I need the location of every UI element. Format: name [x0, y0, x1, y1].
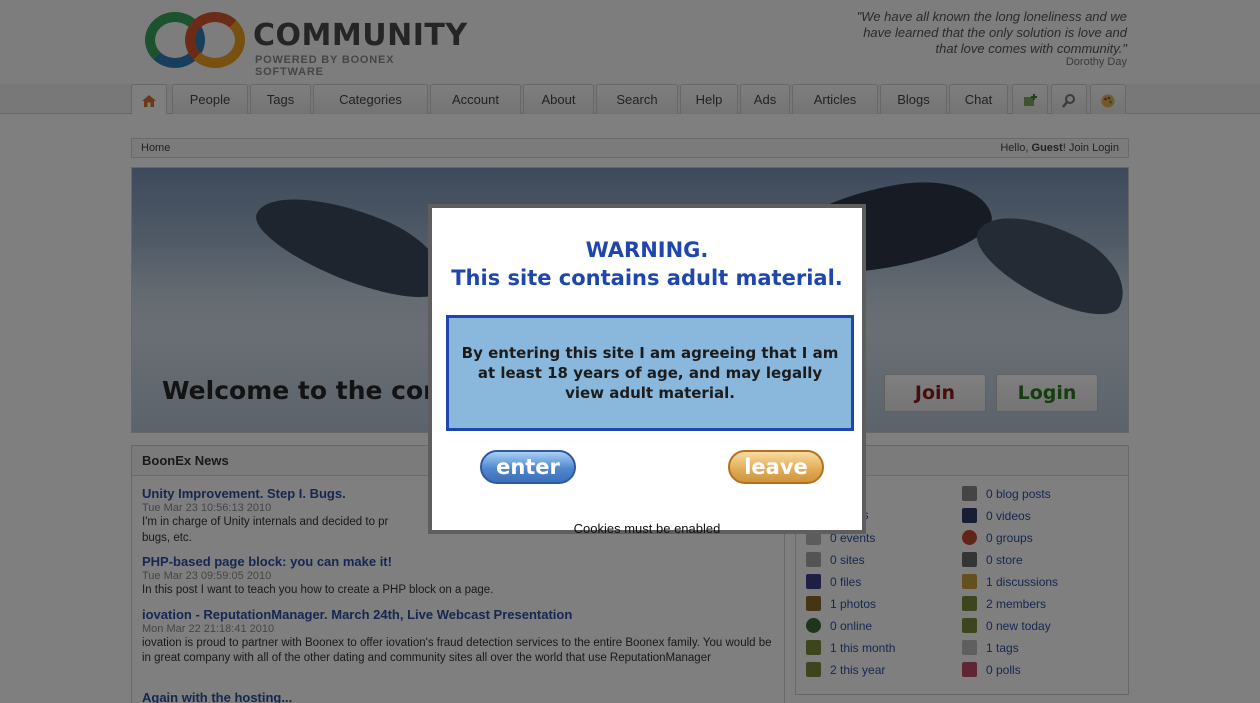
cookies-note: Cookies must be enabled: [573, 521, 721, 536]
agreement-text: By entering this site I am agreeing that…: [461, 344, 839, 402]
agreement-box: By entering this site I am agreeing that…: [446, 315, 854, 431]
enter-button[interactable]: enter: [480, 450, 576, 484]
warning-subheading: This site contains adult material.: [451, 266, 843, 290]
age-warning-dialog: WARNING. This site contains adult materi…: [428, 204, 866, 536]
leave-button[interactable]: leave: [728, 450, 824, 484]
warning-heading: WARNING.: [585, 238, 709, 262]
